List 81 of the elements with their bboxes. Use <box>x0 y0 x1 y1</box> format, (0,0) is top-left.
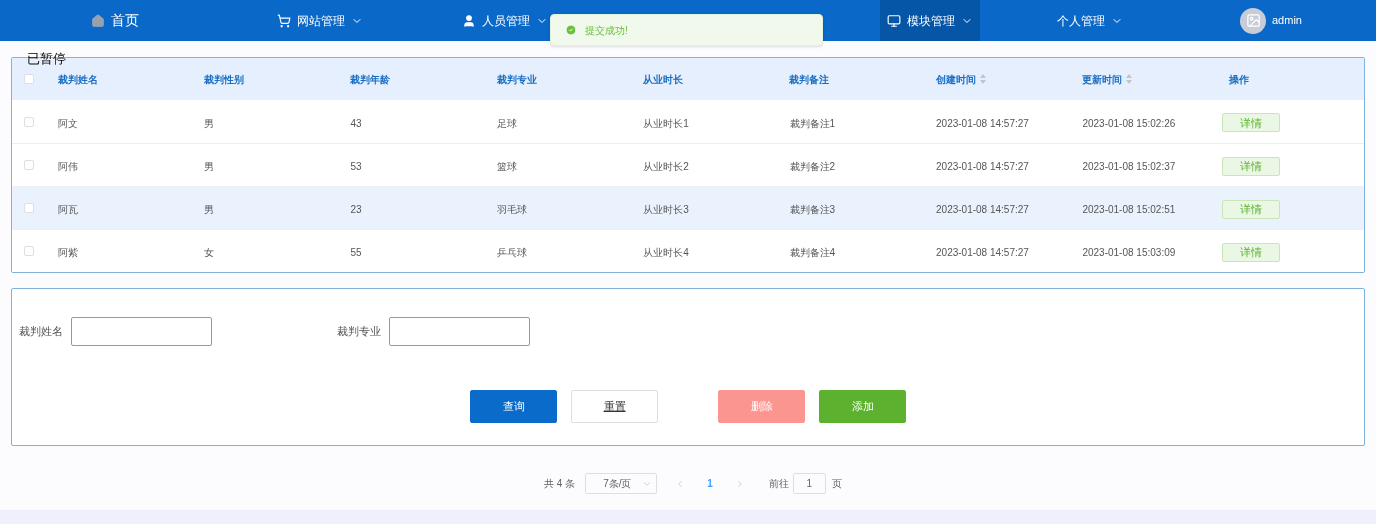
column-header: 创建时间 <box>935 72 976 87</box>
table-cell: 53 <box>350 161 362 172</box>
table-cell: 2023-01-08 15:02:26 <box>1082 117 1176 129</box>
table-cell: 2023-01-08 14:57:27 <box>936 161 1029 172</box>
sort-icon[interactable] <box>1126 74 1133 84</box>
table-cell: 足球 <box>496 117 517 129</box>
table-cell: 2023-01-08 15:02:37 <box>1082 161 1176 172</box>
column-header: 裁判专业 <box>496 72 537 87</box>
table-row[interactable]: 阿紫 女 55 乒乓球 从业时长4 裁判备注4 2023-01-08 14:57:27 2023-01-08 15:03:09 详情 <box>12 229 1364 272</box>
paused-label: 已暂停 <box>27 50 66 68</box>
table-cell: 乒乓球 <box>496 247 527 258</box>
cart-icon <box>277 13 291 28</box>
column-header: 从业时长 <box>643 72 684 87</box>
home-icon <box>91 13 105 28</box>
table-cell: 从业时长4 <box>643 247 689 258</box>
column-header: 裁判性别 <box>203 72 244 87</box>
table-cell: 裁判备注3 <box>789 204 836 215</box>
column-header: 操作 <box>1228 72 1249 87</box>
table-cell: 裁判备注2 <box>789 161 836 172</box>
table-cell: 从业时长3 <box>643 204 689 215</box>
table-cell: 篮球 <box>496 161 517 172</box>
user-icon <box>462 13 476 28</box>
table-cell: 羽毛球 <box>496 204 527 215</box>
table-cell: 男 <box>204 117 214 129</box>
table-cell: 从业时长1 <box>643 117 689 129</box>
nav-label: 人员管理 <box>482 12 530 30</box>
action-button[interactable]: 重置 <box>571 390 658 423</box>
monitor-icon <box>887 13 901 28</box>
table-cell: 23 <box>350 204 362 215</box>
nav-label: 模块管理 <box>907 12 955 30</box>
goto-label: 前往 <box>768 477 789 491</box>
nav-item[interactable]: 网站管理 <box>230 0 410 41</box>
input-field[interactable] <box>389 317 530 346</box>
table-cell: 阿紫 <box>57 247 78 258</box>
sort-icon[interactable] <box>979 74 986 84</box>
nav-item[interactable]: 个人管理 <box>980 0 1200 41</box>
table-cell: 裁判备注1 <box>789 117 836 129</box>
nav-label: 个人管理 <box>1057 12 1105 30</box>
table-cell: 裁判备注4 <box>789 247 836 258</box>
table-cell: 从业时长2 <box>643 161 689 172</box>
column-header: 裁判备注 <box>789 72 830 87</box>
checkbox[interactable] <box>24 74 35 84</box>
table-cell: 阿瓦 <box>57 204 78 215</box>
table-cell: 阿文 <box>57 117 78 129</box>
column-header: 更新时间 <box>1082 72 1123 87</box>
column-header: 裁判年龄 <box>350 72 391 87</box>
page-size-select[interactable]: 7条/页 <box>585 473 658 494</box>
page-number[interactable]: 1 <box>707 476 713 491</box>
action-button[interactable]: 查询 <box>470 390 557 423</box>
table-cell: 男 <box>204 161 214 172</box>
table-cell: 女 <box>204 247 214 258</box>
checkbox[interactable] <box>24 160 35 170</box>
table-cell: 2023-01-08 14:57:27 <box>936 247 1029 258</box>
avatar[interactable] <box>1240 7 1266 34</box>
table-cell: 43 <box>350 117 362 129</box>
checkbox[interactable] <box>24 203 35 213</box>
table-cell: 2023-01-08 15:02:51 <box>1082 204 1176 215</box>
table-row[interactable]: 阿瓦 男 23 羽毛球 从业时长3 裁判备注3 2023-01-08 14:57:27 2023-01-08 15:02:51 详情 <box>12 186 1364 229</box>
table-cell: 55 <box>350 247 362 258</box>
table-cell: 2023-01-08 15:03:09 <box>1082 247 1176 258</box>
page-suffix: 页 <box>831 477 842 491</box>
nav-item[interactable]: 模块管理 <box>880 0 980 41</box>
table-cell: 2023-01-08 14:57:27 <box>936 204 1029 215</box>
table-cell: 男 <box>204 204 214 215</box>
total-count: 共 4 条 <box>544 477 576 491</box>
image-icon <box>1245 13 1261 28</box>
field-label: 裁判专业 <box>337 324 381 340</box>
column-header: 裁判姓名 <box>57 72 98 87</box>
user-name: admin <box>1272 13 1302 29</box>
checkbox[interactable] <box>24 246 35 256</box>
nav-item[interactable]: 首页 <box>0 0 230 41</box>
nav-label: 网站管理 <box>297 12 345 30</box>
success-icon <box>565 24 577 36</box>
table-cell: 2023-01-08 14:57:27 <box>936 117 1029 129</box>
nav-label: 首页 <box>111 11 139 30</box>
page-input[interactable]: 1 <box>792 473 826 494</box>
checkbox[interactable] <box>24 116 35 127</box>
input-field[interactable] <box>71 317 212 346</box>
toast-message: 提交成功! <box>585 23 628 38</box>
table-cell: 阿伟 <box>57 161 78 172</box>
field-label: 裁判姓名 <box>19 324 63 340</box>
